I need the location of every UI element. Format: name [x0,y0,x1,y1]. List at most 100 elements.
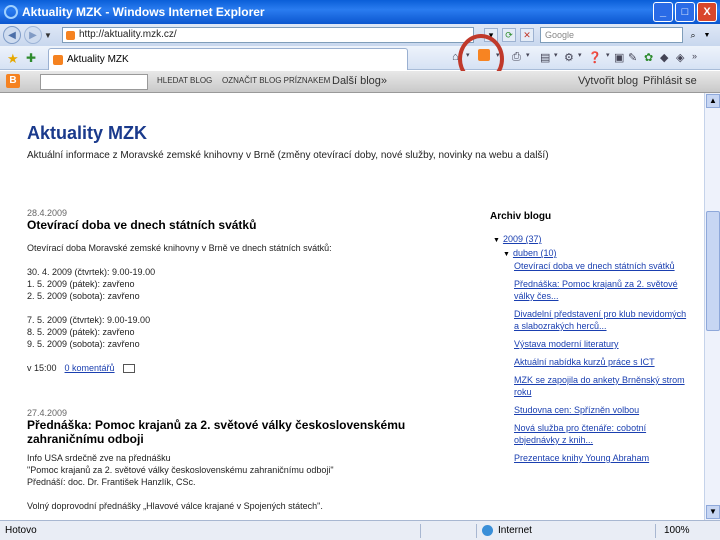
scroll-down-icon[interactable]: ▼ [706,505,720,519]
status-text: Hotovo [5,525,37,536]
archive-item: Nová služba pro čtenáře: cobotní objedná… [514,422,690,446]
blog-search-input[interactable] [40,74,148,90]
close-button[interactable]: X [697,2,717,22]
tools-gear-icon[interactable]: ⚙ [564,51,574,65]
post-title[interactable]: Otevírací doba ve dnech státních svátků [27,218,467,232]
blog-title[interactable]: Aktuality MZK [27,123,147,144]
post-line: Otevírací doba Moravské zemské knihovny … [27,243,332,253]
research-icon[interactable]: ▣ [614,51,624,65]
archive-item: Divadelní představení pro klub nevidomýc… [514,308,690,332]
tab-favicon-icon [53,54,63,65]
post-line: 8. 5. 2009 (pátek): zavřeno [27,327,135,337]
print-icon[interactable]: ⎙ [512,51,521,65]
search-input[interactable]: Google [540,27,683,43]
add-favorite-icon[interactable]: ✚ [26,51,36,65]
post-line: Přednáší: doc. Dr. František Hanzlík, CS… [27,477,196,487]
archive-item: Otevírací doba ve dnech státních svátků [514,260,690,272]
post-line: 30. 4. 2009 (čtvrtek): 9.00-19.00 [27,267,156,277]
archive-item-link[interactable]: Prezentace knihy Young Abraham [514,453,649,463]
post-line: 7. 5. 2009 (čtvrtek): 9.00-19.00 [27,315,151,325]
archive-item-link[interactable]: Studovna cen: Spřízněn volbou [514,405,639,415]
post-date: 28.4.2009 [27,208,68,218]
addon-icon[interactable]: ✿ [644,51,653,65]
comments-link[interactable]: 0 komentářů [65,362,115,374]
archive-item: Studovna cen: Spřízněn volbou [514,404,690,416]
post-line: 1. 5. 2009 (pátek): zavřeno [27,279,135,289]
archive-item: MZK se zapojila do ankety Brněnský strom… [514,374,690,398]
email-post-icon[interactable] [122,363,135,373]
addon2-icon[interactable]: ◆ [660,51,668,65]
flag-blog-link[interactable]: OZNAČIT BLOG PRÍZNAKEM [222,76,330,85]
internet-zone-icon [482,525,493,536]
archive-item-link[interactable]: Výstava moderní literatury [514,339,619,349]
page-dropdown-icon[interactable]: ▾ [554,51,558,65]
status-bar: Hotovo Internet 100% [0,520,720,540]
archive-item-link[interactable]: Přednáška: Pomoc krajanů za 2. světové v… [514,279,678,301]
post-footer: v 15:00 0 komentářů [27,362,467,374]
blog-archive: Archiv blogu ▼ 2009 (37) ▼ duben (10) Otev… [490,211,690,470]
search-blog-link[interactable]: HLEDAT BLOG [157,76,212,85]
scroll-thumb[interactable] [706,211,720,331]
help-icon[interactable]: ❓ [588,51,602,65]
maximize-button[interactable]: □ [675,2,695,22]
post-date: 27.4.2009 [27,408,68,418]
page-icon[interactable]: ▤ [540,51,550,65]
stop-icon[interactable]: ✕ [520,28,534,42]
post-line: 9. 5. 2009 (sobota): zavřeno [27,339,140,349]
address-row: ◀ ▶ ▼ http://aktuality.mzk.cz/ ▾ ⟳ ✕ Goo… [0,24,720,46]
archive-item: Výstava moderní literatury [514,338,690,350]
next-blog-link[interactable]: Další blog» [332,75,387,87]
window-controls: _ □ X [653,2,717,22]
window-title: Aktuality MZK - Windows Internet Explore… [22,5,265,19]
tab-label: Aktuality MZK [67,54,129,65]
archive-item-link[interactable]: Nová služba pro čtenáře: cobotní objedná… [514,423,646,445]
history-dropdown-icon[interactable]: ▼ [44,31,54,40]
forward-arrow-icon: ▶ [29,29,37,41]
minimize-button[interactable]: _ [653,2,673,22]
create-blog-link[interactable]: Vytvořit blog [578,75,638,87]
archive-month[interactable]: ▼ duben (10) [503,246,690,260]
chevron-more-icon[interactable]: » [692,51,697,65]
post-line: Info USA srdečně zve na přednášku [27,453,171,463]
security-zone[interactable]: Internet [498,525,532,536]
site-favicon-icon [66,31,75,40]
help-dropdown-icon[interactable]: ▾ [606,51,610,65]
page-content: Aktuality MZK Aktuální informace z Morav… [0,93,704,520]
scroll-up-icon[interactable]: ▲ [706,94,720,108]
zoom-level[interactable]: 100% [664,525,690,536]
archive-title: Archiv blogu [490,211,552,222]
tab-aktuality[interactable]: Aktuality MZK [48,48,408,70]
post-2: 27.4.2009 Přednáška: Pomoc krajanů za 2.… [27,408,467,512]
archive-item-link[interactable]: Divadelní představení pro klub nevidomýc… [514,309,686,331]
search-icon[interactable]: ⌕ [686,28,700,42]
back-arrow-icon: ◀ [8,29,16,41]
back-button[interactable]: ◀ [3,26,21,44]
address-bar[interactable]: http://aktuality.mzk.cz/ [62,27,474,43]
post-title[interactable]: Přednáška: Pomoc krajanů za 2. světové v… [27,418,427,446]
vertical-scrollbar[interactable]: ▲ ▼ [704,93,720,520]
favorites-star-icon[interactable]: ★ [7,51,19,67]
window-titlebar: Aktuality MZK - Windows Internet Explore… [0,0,720,24]
post-time[interactable]: v 15:00 [27,362,57,374]
archive-item-link[interactable]: MZK se zapojila do ankety Brněnský strom… [514,375,685,397]
print-dropdown-icon[interactable]: ▾ [526,51,530,65]
post-line: "Pomoc krajanů za 2. světové války česko… [27,465,334,475]
tools-dropdown-icon[interactable]: ▾ [578,51,582,65]
archive-month-link[interactable]: duben (10) [513,248,557,258]
archive-year[interactable]: ▼ 2009 (37) [493,232,690,246]
blogger-logo-icon[interactable]: B [6,74,20,88]
refresh-icon[interactable]: ⟳ [502,28,516,42]
archive-item-link[interactable]: Otevírací doba ve dnech státních svátků [514,261,675,271]
addon3-icon[interactable]: ◈ [676,51,684,65]
toolbar-extra-icon[interactable]: ✎ [628,51,637,65]
archive-item: Přednáška: Pomoc krajanů za 2. světové v… [514,278,690,302]
search-options-icon[interactable]: ▼ [700,28,714,42]
ie-logo-icon [4,5,18,19]
forward-button[interactable]: ▶ [24,26,42,44]
expanded-triangle-icon[interactable]: ▼ [493,237,500,244]
sign-in-link[interactable]: Přihlásit se [643,75,697,87]
archive-item-link[interactable]: Aktuální nabídka kurzů práce s ICT [514,357,655,367]
expanded-triangle-icon[interactable]: ▼ [503,251,510,258]
archive-year-link[interactable]: 2009 (37) [503,234,542,244]
post-line: 2. 5. 2009 (sobota): zavřeno [27,291,140,301]
